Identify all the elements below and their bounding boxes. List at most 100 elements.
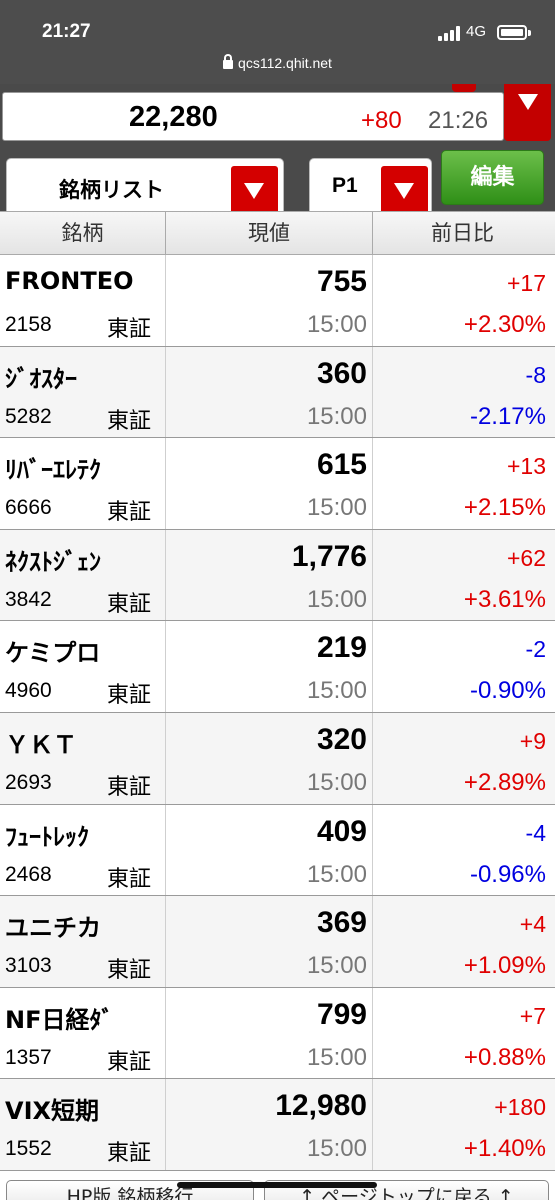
stock-name: ﾘﾊﾞｰｴﾚﾃｸ	[5, 456, 101, 485]
stock-time: 15:00	[306, 311, 367, 338]
stock-price: 219	[316, 631, 367, 665]
column-divider	[372, 346, 373, 438]
stock-change: -4	[525, 819, 546, 846]
edit-button[interactable]: 編集	[441, 150, 544, 205]
stock-name: VIX短期	[5, 1097, 100, 1126]
stock-percent: +3.61%	[463, 585, 546, 613]
stock-price: 1,776	[291, 539, 367, 573]
column-divider	[372, 621, 373, 712]
table-row[interactable]: FRONTEO 2158 東証 755 15:00 +17 +2.30%	[0, 255, 555, 347]
page-selector-label: P1	[332, 174, 358, 197]
column-divider	[165, 1079, 166, 1170]
stock-price: 615	[316, 448, 367, 482]
stock-time: 15:00	[306, 402, 367, 430]
stock-price: 369	[316, 906, 367, 940]
table-row[interactable]: ﾌｭｰﾄﾚｯｸ 2468 東証 409 15:00 -4 -0.96%	[0, 804, 555, 897]
stock-percent: -2.17%	[469, 402, 546, 430]
home-indicator	[177, 1182, 377, 1188]
chevron-down-icon	[394, 183, 414, 199]
table-row[interactable]: NF日経ﾀﾞ 1357 東証 799 15:00 +7 +0.88%	[0, 987, 555, 1080]
page-dropdown-button[interactable]	[381, 166, 428, 214]
lock-icon	[223, 54, 234, 69]
address-bar[interactable]: qcs112.qhit.net	[0, 54, 555, 71]
column-divider	[165, 529, 166, 621]
index-change: +80	[361, 107, 402, 134]
table-row[interactable]: VIX短期 1552 東証 12,980 15:00 +180 +1.40%	[0, 1079, 555, 1171]
column-divider	[372, 896, 373, 987]
stock-time: 15:00	[306, 585, 367, 613]
stock-code: 6666	[5, 496, 52, 520]
index-value: 22,280	[129, 101, 218, 133]
stock-market: 東証	[107, 774, 152, 800]
hidden-dropdown-tab	[452, 84, 476, 92]
column-divider	[165, 255, 166, 346]
chevron-down-icon	[244, 183, 264, 199]
stock-percent: +2.89%	[463, 768, 546, 796]
stock-price: 360	[316, 356, 367, 390]
stock-change: -2	[525, 636, 546, 663]
column-divider	[165, 712, 166, 804]
header-change[interactable]: 前日比	[372, 212, 552, 254]
table-header: 銘柄 現値 前日比	[0, 211, 555, 255]
stock-percent: +2.15%	[463, 494, 546, 522]
table-row[interactable]: ﾈｸｽﾄｼﾞｪﾝ 3842 東証 1,776 15:00 +62 +3.61%	[0, 529, 555, 622]
stock-code: 3842	[5, 587, 52, 611]
table-row[interactable]: ユニチカ 3103 東証 369 15:00 +4 +1.09%	[0, 896, 555, 988]
network-type: 4G	[466, 23, 487, 40]
stock-market: 東証	[107, 408, 152, 434]
stock-code: 2158	[5, 313, 52, 336]
table-row[interactable]: ｼﾞｵｽﾀｰ 5282 東証 360 15:00 -8 -2.17%	[0, 346, 555, 439]
stock-time: 15:00	[306, 1043, 367, 1071]
column-divider	[372, 987, 373, 1079]
stock-price: 12,980	[275, 1089, 367, 1123]
index-time: 21:26	[428, 107, 489, 134]
column-divider	[372, 1079, 373, 1170]
signal-icon	[438, 26, 462, 41]
stock-change: -8	[525, 361, 546, 388]
column-divider	[372, 712, 373, 804]
header-name[interactable]: 銘柄	[0, 212, 165, 254]
stock-percent: -0.90%	[469, 677, 546, 705]
stock-name: ｼﾞｵｽﾀｰ	[5, 364, 77, 393]
stock-code: 1357	[5, 1045, 52, 1069]
stock-change: +7	[519, 1002, 546, 1029]
table-row[interactable]: ケミプロ 4960 東証 219 15:00 -2 -0.90%	[0, 621, 555, 713]
stock-percent: -0.96%	[469, 860, 546, 888]
stock-price: 799	[316, 997, 367, 1031]
stock-change: +9	[519, 727, 546, 754]
column-divider	[372, 804, 373, 896]
header-price[interactable]: 現値	[165, 212, 372, 254]
battery-icon	[497, 25, 531, 40]
stock-name: ユニチカ	[5, 914, 101, 943]
stock-code: 5282	[5, 404, 52, 428]
stock-name: ﾈｸｽﾄｼﾞｪﾝ	[5, 547, 101, 576]
table-row[interactable]: ＹＫＴ 2693 東証 320 15:00 +9 +2.89%	[0, 712, 555, 805]
status-bar: 21:27 4G qcs112.qhit.net	[0, 0, 555, 84]
column-divider	[165, 621, 166, 712]
stock-name: ﾌｭｰﾄﾚｯｸ	[5, 822, 89, 851]
page-selector[interactable]: P1	[309, 158, 432, 214]
stock-market: 東証	[107, 958, 152, 984]
stock-change: +4	[519, 911, 546, 938]
index-dropdown-button[interactable]	[504, 84, 551, 141]
stock-change: +62	[506, 544, 546, 571]
column-divider	[165, 804, 166, 896]
stock-code: 3103	[5, 954, 52, 978]
stock-percent: +2.30%	[463, 311, 546, 338]
url-text: qcs112.qhit.net	[238, 55, 332, 71]
column-divider	[165, 438, 166, 529]
stock-market: 東証	[107, 591, 152, 617]
stock-code: 2693	[5, 770, 52, 794]
stock-percent: +1.09%	[463, 952, 546, 980]
table-row[interactable]: ﾘﾊﾞｰｴﾚﾃｸ 6666 東証 615 15:00 +13 +2.15%	[0, 438, 555, 530]
stock-percent: +0.88%	[463, 1043, 546, 1071]
stock-market: 東証	[107, 1141, 152, 1167]
stock-change: +180	[494, 1094, 546, 1121]
stock-percent: +1.40%	[463, 1135, 546, 1163]
stock-market: 東証	[107, 317, 152, 342]
stock-time: 15:00	[306, 1135, 367, 1163]
list-dropdown-button[interactable]	[231, 166, 278, 214]
stock-market: 東証	[107, 683, 152, 709]
list-selector[interactable]: 銘柄リスト	[6, 158, 284, 214]
stock-change: +17	[506, 270, 546, 296]
